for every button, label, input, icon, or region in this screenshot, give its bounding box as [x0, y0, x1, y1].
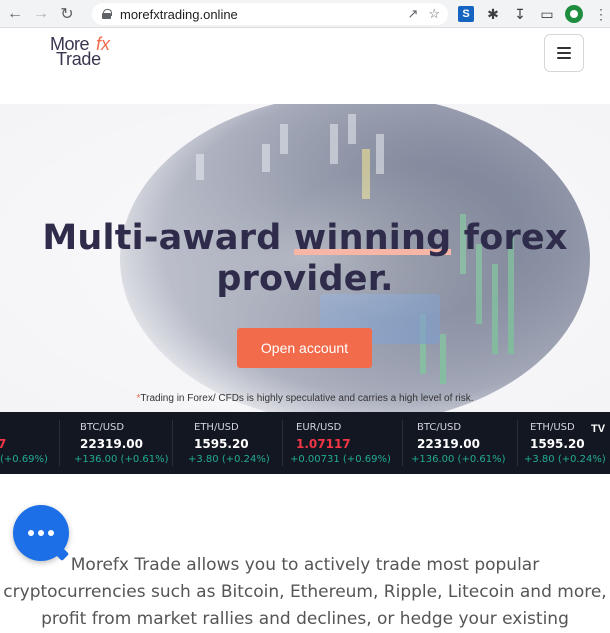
ticker-price: 22319.00	[80, 437, 144, 451]
ticker-price: 1595.20	[530, 437, 585, 451]
ticker-symbol: BTC/USD	[417, 422, 462, 433]
ticker-change: +3.80 (+0.24%)	[188, 454, 270, 465]
intro-line: cryptocurrencies such as Bitcoin, Ethere…	[3, 582, 607, 602]
tradingview-logo-icon[interactable]: TV	[587, 419, 609, 439]
forward-arrow-icon[interactable]: →	[30, 3, 52, 25]
chat-dot-icon	[48, 530, 54, 536]
ticker-change: +136.00 (+0.61%)	[411, 454, 506, 465]
reload-icon[interactable]: ↻	[56, 3, 78, 25]
url-text[interactable]: morefxtrading.online	[120, 7, 238, 22]
ticker-item[interactable]: 7 (+0.69%)	[0, 420, 60, 466]
lock-icon[interactable]	[102, 9, 112, 19]
ticker-price: 7	[0, 437, 7, 451]
hero-title-highlight: winning	[293, 218, 452, 258]
ticker-item[interactable]: BTC/USD 22319.00 +136.00 (+0.61%)	[60, 420, 173, 466]
site-header: More fx Trade	[0, 28, 610, 104]
intro-line: Morefx Trade allows you to actively trad…	[70, 555, 540, 575]
ticker-change: +0.00731 (+0.69%)	[290, 454, 391, 465]
morefx-logo[interactable]: More fx Trade	[50, 34, 130, 74]
ticker-symbol: EUR/USD	[296, 422, 342, 433]
ticker-item[interactable]: ETH/USD 1595.20 +3.80 (+0.24%)	[173, 420, 283, 466]
hero-title-part: forex	[451, 218, 568, 258]
hamburger-line-icon	[557, 57, 571, 59]
ticker-price: 1595.20	[194, 437, 249, 451]
extensions-puzzle-icon[interactable]: ✱	[483, 4, 503, 24]
share-icon[interactable]: ↗	[407, 6, 418, 22]
hero-title-line2: provider.	[216, 259, 394, 299]
intro-line: profit from market rallies and declines,…	[41, 609, 569, 629]
ticker-symbol: ETH/USD	[194, 422, 239, 433]
logo-trade: Trade	[56, 49, 101, 69]
hero-section: Multi-award winning forex provider. Open…	[0, 104, 610, 412]
browser-menu-icon[interactable]: ⋮	[591, 4, 610, 24]
back-arrow-icon[interactable]: ←	[4, 3, 26, 25]
chat-dot-icon	[38, 530, 44, 536]
address-bar[interactable]: morefxtrading.online ↗ ☆	[92, 3, 448, 25]
price-ticker[interactable]: 7 (+0.69%) BTC/USD 22319.00 +136.00 (+0.…	[0, 412, 610, 474]
extension-s-icon[interactable]: S	[456, 4, 476, 24]
hero-title-part: Multi-award	[42, 218, 294, 258]
ticker-change: (+0.69%)	[0, 454, 48, 465]
side-panel-icon[interactable]: ▭	[537, 4, 557, 24]
chat-dot-icon	[28, 530, 34, 536]
bookmark-star-icon[interactable]: ☆	[428, 6, 440, 22]
ticker-item[interactable]: BTC/USD 22319.00 +136.00 (+0.61%)	[403, 420, 518, 466]
ticker-change: +3.80 (+0.24%)	[524, 454, 606, 465]
profile-avatar-icon[interactable]	[564, 4, 584, 24]
hero-title: Multi-award winning forex provider.	[0, 218, 610, 300]
ticker-symbol: ETH/USD	[530, 422, 575, 433]
open-account-button[interactable]: Open account	[237, 328, 372, 368]
download-icon[interactable]: ↧	[510, 4, 530, 24]
menu-hamburger-button[interactable]	[544, 34, 584, 72]
intro-paragraph: Morefx Trade allows you to actively trad…	[0, 552, 610, 633]
hamburger-line-icon	[557, 47, 571, 49]
hamburger-line-icon	[557, 52, 571, 54]
ticker-price: 22319.00	[417, 437, 481, 451]
risk-text: Trading in Forex/ CFDs is highly specula…	[140, 393, 474, 404]
browser-toolbar: ← → ↻ morefxtrading.online ↗ ☆ S ✱ ↧ ▭ ⋮	[0, 0, 610, 28]
risk-disclaimer: *Trading in Forex/ CFDs is highly specul…	[0, 393, 610, 404]
ticker-price: 1.07117	[296, 437, 351, 451]
ticker-item[interactable]: EUR/USD 1.07117 +0.00731 (+0.69%)	[283, 420, 403, 466]
ticker-symbol: BTC/USD	[80, 422, 125, 433]
ticker-change: +136.00 (+0.61%)	[74, 454, 169, 465]
